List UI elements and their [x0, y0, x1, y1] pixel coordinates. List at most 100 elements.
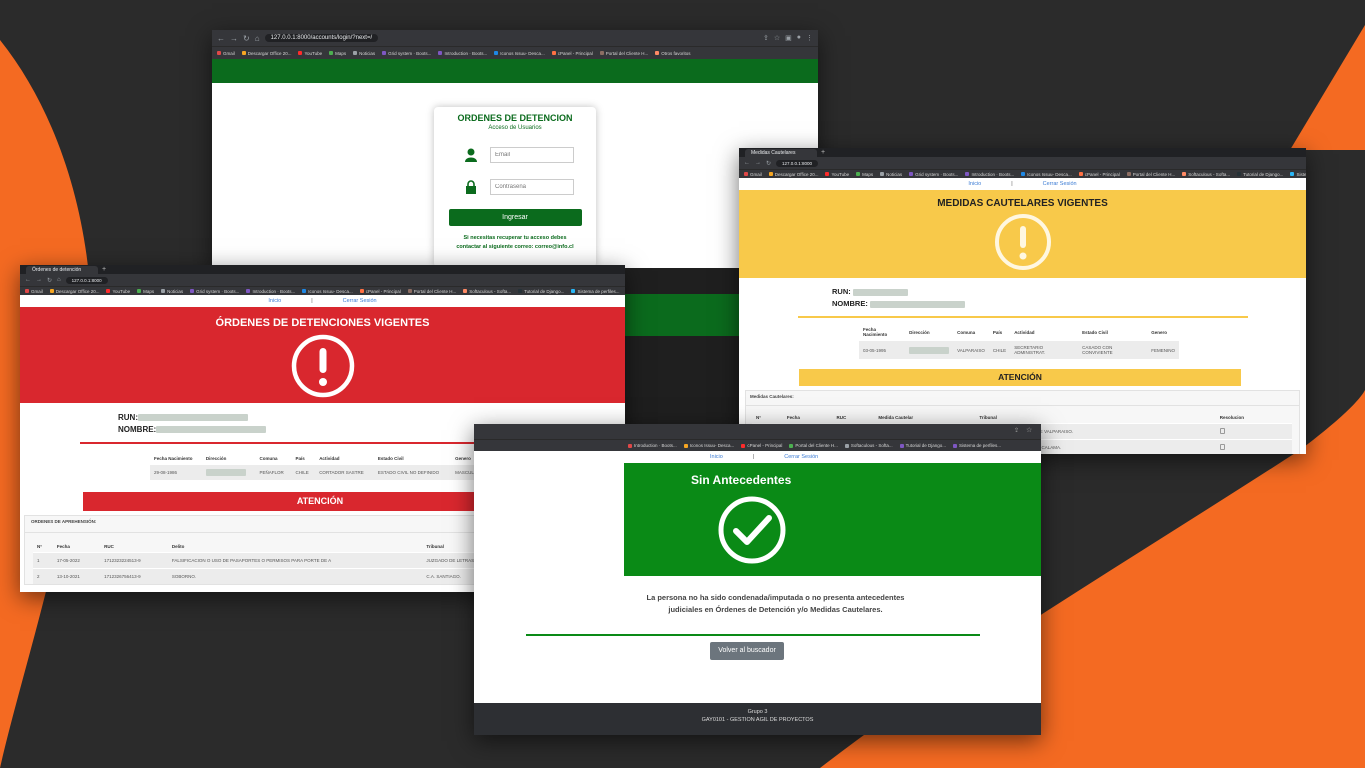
forward-icon[interactable]: → — [755, 160, 761, 166]
ingresar-button[interactable]: Ingresar — [448, 209, 582, 226]
bookmark-label: Introduction · Boots... — [444, 50, 488, 56]
bookmark-label: Softaculous - Softa... — [850, 443, 893, 448]
bookmark-item[interactable]: Descargar Office 20... — [241, 51, 291, 56]
trash-icon[interactable] — [1219, 444, 1225, 450]
url-field[interactable]: 127.0.0.1:8000 — [65, 276, 108, 284]
bookmark-item[interactable]: cPanel - Principal — [1078, 172, 1120, 177]
bookmark-item[interactable]: Grid system · Boots... — [190, 289, 239, 294]
address-bar[interactable]: ← → ↻ ⌂ 127.0.0.1:8000/accounts/login/?n… — [212, 30, 818, 46]
email-field[interactable] — [490, 147, 574, 163]
bookmark-item[interactable]: Introduction · Boots... — [438, 51, 487, 56]
bookmark-item[interactable]: Grid system · Boots... — [382, 51, 431, 56]
bookmark-item[interactable]: Sistema de perfiles... — [571, 289, 619, 294]
bookmark-item[interactable]: Noticias — [880, 172, 902, 177]
cerrar-sesion-link[interactable]: Cerrar Sesión — [343, 298, 377, 304]
bookmark-item[interactable]: Introduction · Boots... — [246, 289, 295, 294]
home-icon[interactable]: ⌂ — [255, 34, 260, 43]
bookmark-item[interactable]: Sistema de perfiles... — [1290, 172, 1306, 177]
inicio-link[interactable]: Inicio — [968, 181, 981, 187]
bookmark-item[interactable]: Iconos Issuu- Desca... — [1021, 172, 1072, 177]
inicio-link[interactable]: Inicio — [710, 454, 723, 460]
bookmark-item[interactable]: Noticias — [161, 289, 183, 294]
bookmark-item[interactable]: Maps — [856, 172, 873, 177]
forward-icon[interactable]: → — [36, 277, 42, 283]
tab-detenciones[interactable]: Órdenes de detención — [26, 266, 98, 274]
inicio-link[interactable]: Inicio — [268, 298, 281, 304]
bookmark-item[interactable]: Grid system · Boots... — [909, 172, 958, 177]
share-icon[interactable]: ⇪ — [1014, 427, 1019, 434]
bookmark-item[interactable]: Iconos Issuu- Desca... — [494, 51, 545, 56]
column-header: País — [992, 329, 1003, 335]
bookmark-item[interactable]: YouTube — [825, 172, 849, 177]
bookmark-item[interactable]: Introduction · Boots... — [628, 443, 677, 448]
bookmark-item[interactable]: Gmail — [744, 172, 762, 177]
back-icon[interactable]: ← — [25, 277, 31, 283]
url-field[interactable]: 127.0.0.1:8000/accounts/login/?next=/ — [264, 34, 379, 42]
bookmark-item[interactable]: Softaculous - Softa... — [844, 443, 893, 448]
extensions-icon[interactable]: ▣ — [785, 34, 792, 42]
login-card: ORDENES DE DETENCION Acceso de Usuarios … — [434, 107, 596, 267]
bookmark-item[interactable]: Iconos Issuu- Desca... — [683, 443, 734, 448]
bookmark-item[interactable]: Descargar Office 20... — [768, 172, 818, 177]
bookmark-icon — [741, 443, 746, 448]
bookmark-item[interactable]: Otros favoritos — [655, 51, 691, 56]
bookmark-item[interactable]: Portal del Cliente H... — [1126, 172, 1175, 177]
bookmark-icon — [329, 51, 334, 56]
bookmark-item[interactable]: Maps — [137, 289, 154, 294]
bookmark-item[interactable]: Descargar Office 20... — [49, 289, 99, 294]
new-tab-icon[interactable]: + — [102, 265, 106, 274]
star-icon[interactable]: ☆ — [1026, 426, 1032, 434]
reload-icon[interactable]: ↻ — [243, 34, 250, 43]
bookmark-item[interactable]: cPanel - Principal — [551, 51, 593, 56]
bookmark-item[interactable]: cPanel - Principal — [741, 443, 782, 448]
column-header: Delito — [171, 544, 185, 549]
bookmark-label: YouTube — [831, 171, 850, 177]
bookmark-item[interactable]: Portal del Cliente H... — [789, 443, 838, 448]
bookmark-item[interactable]: Softaculous - Softa... — [463, 289, 511, 294]
reload-icon[interactable]: ↻ — [766, 160, 771, 167]
home-icon[interactable]: ⌂ — [57, 277, 61, 283]
bookmark-label: Gmail — [750, 171, 762, 177]
trash-icon[interactable] — [1219, 428, 1225, 434]
forward-icon[interactable]: → — [230, 34, 238, 43]
table-cell: 2 — [33, 568, 53, 584]
bookmark-icon — [298, 51, 303, 56]
bookmark-item[interactable]: Gmail — [25, 289, 43, 294]
address-bar[interactable]: ← → ↻ 127.0.0.1:8000 — [739, 157, 1306, 169]
bookmark-item[interactable]: Noticias — [353, 51, 375, 56]
url-field[interactable]: 127.0.0.1:8000 — [776, 159, 819, 167]
new-tab-icon[interactable]: + — [821, 148, 825, 157]
back-icon[interactable]: ← — [744, 160, 750, 166]
bookmark-item[interactable]: Sistema de perfiles... — [953, 443, 1001, 448]
login-window: ← → ↻ ⌂ 127.0.0.1:8000/accounts/login/?n… — [212, 30, 818, 268]
profile-icon[interactable]: ● — [797, 34, 801, 42]
table-cell: 1712326756413-9 — [100, 568, 168, 584]
address-bar[interactable]: ← → ↻ ⌂ 127.0.0.1:8000 — [20, 274, 625, 286]
bookmark-item[interactable]: Tutorial de Django... — [518, 289, 564, 294]
bookmark-item[interactable]: Portal del Cliente H... — [599, 51, 648, 56]
cerrar-sesion-link[interactable]: Cerrar Sesión — [784, 454, 818, 460]
tab-medidas[interactable]: Medidas Cautelares — [745, 149, 817, 157]
bookmark-item[interactable]: cPanel - Principal — [359, 289, 401, 294]
bookmark-item[interactable]: YouTube — [106, 289, 130, 294]
bookmark-item[interactable]: Maps — [329, 51, 346, 56]
cerrar-sesion-link[interactable]: Cerrar Sesión — [1043, 181, 1077, 187]
bookmark-item[interactable]: Tutorial de Django... — [1237, 172, 1283, 177]
bookmark-item[interactable]: Gmail — [217, 51, 235, 56]
share-icon[interactable]: ⇪ — [763, 34, 769, 42]
column-header: Fecha — [56, 544, 70, 549]
menu-icon[interactable]: ⋮ — [806, 34, 813, 42]
reload-icon[interactable]: ↻ — [47, 277, 52, 284]
star-icon[interactable]: ☆ — [774, 34, 780, 42]
top-nav: Inicio | Cerrar Sesión — [710, 454, 819, 460]
bookmark-item[interactable]: Softaculous - Softa... — [1182, 172, 1230, 177]
volver-button[interactable]: Volver al buscador — [710, 642, 784, 660]
bookmark-item[interactable]: Iconos Issuu- Desca... — [302, 289, 353, 294]
back-icon[interactable]: ← — [217, 34, 225, 43]
bookmark-item[interactable]: Portal del Cliente H... — [407, 289, 456, 294]
column-header: Fecha — [786, 415, 800, 420]
bookmark-item[interactable]: Tutorial de Django... — [899, 443, 946, 448]
password-field[interactable] — [490, 179, 574, 195]
bookmark-item[interactable]: Introduction · Boots... — [965, 172, 1014, 177]
bookmark-item[interactable]: YouTube — [298, 51, 322, 56]
